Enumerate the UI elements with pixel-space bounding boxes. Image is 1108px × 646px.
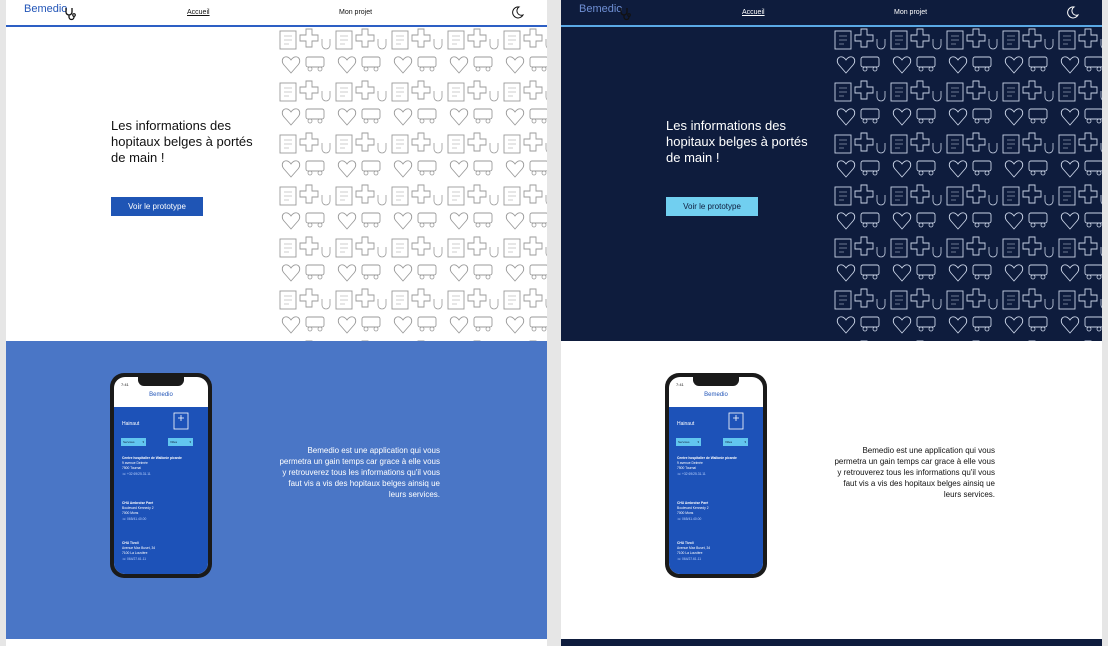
app-presentation-section: 7:41 Bemedio Hainaut Services ▾ Villes ▾ C… <box>6 341 547 639</box>
service-dropdown[interactable]: Services ▾ <box>121 438 146 446</box>
stethoscope-icon <box>620 8 631 21</box>
app-description: Bemedio est une application qui vous per… <box>834 446 995 499</box>
hospital-phone[interactable]: ☏ 065/41.40.00 <box>122 517 202 522</box>
city-dropdown-label: Villes <box>725 440 733 444</box>
region-title: Hainaut <box>122 421 140 427</box>
app-presentation-section: 7:41 Bemedio Hainaut Services ▾ Villes ▾ C… <box>561 341 1102 639</box>
medical-pattern-illustration <box>831 27 1102 341</box>
city-dropdown[interactable]: Villes ▾ <box>723 438 748 446</box>
region-title: Hainaut <box>677 421 695 427</box>
list-item[interactable]: Centre hospitalier de Wallonie picarde 9… <box>122 456 202 477</box>
hospital-phone-number: 064/27.61.11 <box>682 556 702 561</box>
hospital-phone-number: +32 69/25.31.11 <box>127 471 151 476</box>
list-item[interactable]: CHU Ambroise Paré Boulevard Kennedy 2 70… <box>677 501 757 522</box>
phone-mockup: 7:41 Bemedio Hainaut Services ▾ Villes ▾ C… <box>110 373 212 578</box>
list-item[interactable]: Centre hospitalier de Wallonie picarde 9… <box>677 456 757 477</box>
list-item[interactable]: CHU Tivoli Avenue Max Buset, 34 7100 La … <box>677 541 757 562</box>
navbar: Bemedio Accueil Mon projet <box>6 0 547 27</box>
nav-link-project[interactable]: Mon projet <box>894 9 927 16</box>
list-item[interactable]: CHU Ambroise Paré Boulevard Kennedy 2 70… <box>122 501 202 522</box>
chevron-down-icon: ▾ <box>142 440 144 444</box>
hero-section: Les informations des hopitaux belges à p… <box>6 27 547 341</box>
bottom-strip <box>6 639 547 646</box>
phone-app-body: Hainaut Services ▾ Villes ▾ Centre hospita… <box>114 407 208 574</box>
prototype-button[interactable]: Voir le prototype <box>666 197 758 216</box>
app-description: Bemedio est une application qui vous per… <box>279 446 440 499</box>
phone-notch <box>693 377 739 386</box>
hero-title: Les informations des hopitaux belges à p… <box>666 118 808 165</box>
hospital-phone-number: 064/27.61.11 <box>127 556 147 561</box>
chevron-down-icon: ▾ <box>744 440 746 444</box>
moon-icon[interactable] <box>511 6 524 19</box>
hospital-phone[interactable]: ☏ 065/41.40.00 <box>677 517 757 522</box>
bottom-strip <box>561 639 1102 646</box>
hospital-icon <box>173 412 189 430</box>
hero-section: Les informations des hopitaux belges à p… <box>561 27 1102 341</box>
hospital-phone[interactable]: ☏ 064/27.61.11 <box>122 557 202 562</box>
prototype-button[interactable]: Voir le prototype <box>111 197 203 216</box>
dark-theme-panel: Bemedio Accueil Mon projet Les informati… <box>561 0 1102 646</box>
hospital-phone-number: +32 69/25.31.11 <box>682 471 706 476</box>
moon-icon[interactable] <box>1066 6 1079 19</box>
hospital-phone[interactable]: ☏ 064/27.61.11 <box>677 557 757 562</box>
hero-title: Les informations des hopitaux belges à p… <box>111 118 253 165</box>
phone-mockup: 7:41 Bemedio Hainaut Services ▾ Villes ▾ C… <box>665 373 767 578</box>
chevron-down-icon: ▾ <box>189 440 191 444</box>
nav-link-home[interactable]: Accueil <box>187 9 210 16</box>
navbar: Bemedio Accueil Mon projet <box>561 0 1102 27</box>
hospital-phone[interactable]: ☏ +32 69/25.31.11 <box>677 472 757 477</box>
logo-text: Bemedio <box>24 3 68 15</box>
hospital-phone[interactable]: ☏ +32 69/25.31.11 <box>122 472 202 477</box>
status-time: 7:41 <box>121 382 129 387</box>
status-time: 7:41 <box>676 382 684 387</box>
phone-screen: 7:41 Bemedio Hainaut Services ▾ Villes ▾ C… <box>669 377 763 574</box>
phone-app-body: Hainaut Services ▾ Villes ▾ Centre hospita… <box>669 407 763 574</box>
phone-notch <box>138 377 184 386</box>
nav-link-home[interactable]: Accueil <box>742 9 765 16</box>
hospital-phone-number: 065/41.40.00 <box>682 516 702 521</box>
city-dropdown[interactable]: Villes ▾ <box>168 438 193 446</box>
logo-text: Bemedio <box>579 3 623 15</box>
medical-pattern-illustration <box>276 27 547 341</box>
logo[interactable]: Bemedio <box>579 3 631 21</box>
phone-screen: 7:41 Bemedio Hainaut Services ▾ Villes ▾ C… <box>114 377 208 574</box>
list-item[interactable]: CHU Tivoli Avenue Max Buset, 34 7100 La … <box>122 541 202 562</box>
service-dropdown-label: Services <box>678 440 690 444</box>
hospital-icon <box>728 412 744 430</box>
stethoscope-icon <box>65 8 76 21</box>
phone-app-logo: Bemedio <box>149 392 173 398</box>
nav-link-project[interactable]: Mon projet <box>339 9 372 16</box>
service-dropdown[interactable]: Services ▾ <box>676 438 701 446</box>
chevron-down-icon: ▾ <box>697 440 699 444</box>
light-theme-panel: Bemedio Accueil Mon projet Les informati… <box>6 0 547 646</box>
service-dropdown-label: Services <box>123 440 135 444</box>
phone-app-logo: Bemedio <box>704 392 728 398</box>
logo[interactable]: Bemedio <box>24 3 76 21</box>
city-dropdown-label: Villes <box>170 440 178 444</box>
hospital-phone-number: 065/41.40.00 <box>127 516 147 521</box>
